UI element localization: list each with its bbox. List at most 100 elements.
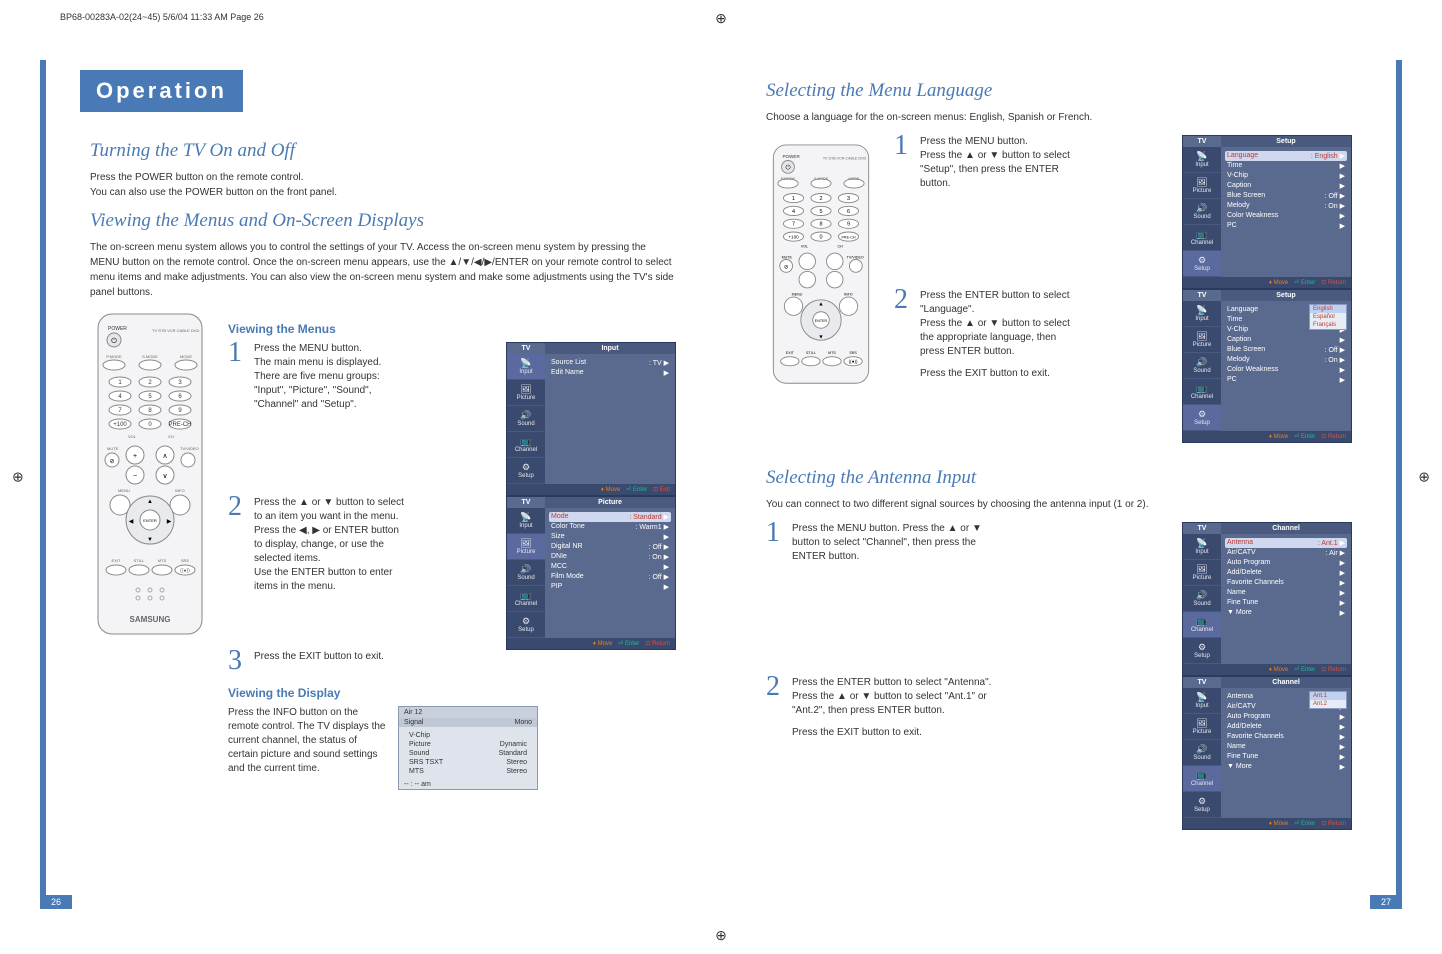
step-1-number: 1 (228, 342, 246, 364)
svg-text:MTS: MTS (828, 351, 836, 355)
tv-menu-input: TVInput📡Input🖼Picture🔊Sound📺Channel⚙Setu… (506, 342, 676, 496)
svg-text:+: + (133, 453, 137, 460)
step-2-number: 2 (228, 496, 246, 518)
lang-step-1-number: 1 (894, 135, 912, 157)
svg-text:◀: ◀ (129, 519, 134, 525)
subheading-viewing-display: Viewing the Display (228, 686, 676, 700)
svg-text:3: 3 (847, 196, 850, 202)
svg-text:ENTER: ENTER (143, 518, 157, 523)
lang-step-2-number: 2 (894, 289, 912, 311)
svg-text:TV STB VCR CABLE DVD: TV STB VCR CABLE DVD (823, 157, 867, 161)
svg-text:MUTE: MUTE (782, 256, 793, 260)
svg-text:MUTE: MUTE (107, 446, 119, 451)
step-2-text: Press the ▲ or ▼ button to select to an … (254, 496, 404, 594)
remote-control-illustration: POWER ⏻ TV STB VCR CABLE DVD P.MODE S.MO… (90, 310, 210, 643)
ant-step-1-text: Press the MENU button. Press the ▲ or ▼ … (792, 522, 1012, 564)
blue-stripe-left (40, 60, 46, 904)
svg-text:TV STB VCR CABLE DVD: TV STB VCR CABLE DVD (152, 328, 199, 333)
svg-text:CH: CH (838, 245, 844, 249)
operation-banner: Operation (80, 70, 243, 112)
heading-antenna-input: Selecting the Antenna Input (766, 467, 1352, 489)
ant-step-2-number: 2 (766, 676, 784, 698)
svg-text:7: 7 (792, 222, 795, 228)
crop-mark-bottom: ⊕ (715, 927, 727, 944)
heading-viewing-menus-osd: Viewing the Menus and On-Screen Displays (90, 210, 676, 232)
lang-step-1-text: Press the MENU button. Press the ▲ or ▼ … (920, 135, 1070, 191)
svg-text:MTS: MTS (158, 558, 167, 563)
svg-text:▼: ▼ (147, 537, 153, 543)
svg-text:MODE: MODE (849, 177, 861, 181)
svg-text:▶: ▶ (167, 519, 172, 525)
paragraph-lang: Choose a language for the on-screen menu… (766, 110, 1352, 125)
svg-text:((●)): ((●)) (849, 359, 858, 364)
svg-text:MENU: MENU (118, 488, 130, 493)
svg-text:TV/VIDEO: TV/VIDEO (180, 446, 199, 451)
paragraph-viewing-menus: The on-screen menu system allows you to … (90, 240, 676, 300)
svg-text:+100: +100 (113, 422, 127, 428)
svg-text:PRE-CH: PRE-CH (841, 235, 855, 239)
svg-text:SAMSUNG: SAMSUNG (130, 615, 171, 624)
step-3-text: Press the EXIT button to exit. (254, 650, 676, 664)
page-27: Selecting the Menu Language Choose a lan… (736, 50, 1382, 904)
svg-text:⊘: ⊘ (784, 265, 789, 271)
svg-text:1: 1 (792, 196, 795, 202)
tv-menu-setup-1: TVSetup📡Input🖼Picture🔊Sound📺Channel⚙Setu… (1182, 135, 1352, 289)
svg-text:VOL: VOL (801, 245, 808, 249)
tv-menu-channel-2: TVChannel📡Input🖼Picture🔊Sound📺Channel⚙Se… (1182, 676, 1352, 830)
subheading-viewing-menus: Viewing the Menus (228, 322, 676, 336)
crop-mark-right: ⊕ (1418, 469, 1430, 486)
paragraph-antenna: You can connect to two different signal … (766, 497, 1352, 512)
svg-text:VOL: VOL (128, 434, 137, 439)
svg-text:▲: ▲ (147, 499, 153, 505)
info-air: Air 12 (399, 707, 537, 718)
step-1-text: Press the MENU button. The main menu is … (254, 342, 404, 412)
svg-text:▼: ▼ (818, 334, 823, 340)
svg-text:CH: CH (168, 434, 174, 439)
svg-text:0: 0 (819, 234, 822, 240)
svg-text:∨: ∨ (162, 473, 167, 480)
svg-text:MENU: MENU (792, 292, 803, 296)
tv-menu-channel-1: TVChannel📡Input🖼Picture🔊Sound📺Channel⚙Se… (1182, 522, 1352, 676)
svg-text:TV/VIDEO: TV/VIDEO (847, 256, 864, 260)
step-3-number: 3 (228, 650, 246, 672)
svg-text:POWER: POWER (783, 154, 801, 159)
svg-text:▲: ▲ (818, 301, 823, 307)
heading-menu-language: Selecting the Menu Language (766, 80, 1352, 102)
crop-mark-left: ⊕ (12, 469, 24, 486)
ant-step-2-text: Press the ENTER button to select "Antenn… (792, 676, 1012, 740)
svg-text:S.MODE: S.MODE (142, 354, 158, 359)
svg-text:((●)): ((●)) (180, 568, 190, 574)
svg-text:∧: ∧ (162, 453, 167, 460)
svg-text:STILL: STILL (134, 558, 145, 563)
paragraph-display-info: Press the INFO button on the remote cont… (228, 706, 388, 776)
paragraph-power: Press the POWER button on the remote con… (90, 170, 676, 200)
svg-text:P.MODE: P.MODE (781, 177, 796, 181)
info-signal-label: Signal (404, 719, 423, 726)
ant-step-1-number: 1 (766, 522, 784, 544)
svg-text:ENTER: ENTER (815, 319, 828, 323)
page-number-26: 26 (40, 895, 72, 909)
svg-text:INFO: INFO (844, 292, 853, 296)
svg-text:−: − (133, 473, 137, 480)
svg-text:PRE-CH: PRE-CH (168, 422, 191, 428)
svg-text:STILL: STILL (806, 351, 816, 355)
svg-text:⊘: ⊘ (109, 459, 114, 465)
svg-text:⏻: ⏻ (785, 165, 790, 172)
svg-text:P.MODE: P.MODE (106, 354, 122, 359)
heading-turning-on-off: Turning the TV On and Off (90, 140, 676, 162)
svg-text:2: 2 (819, 196, 822, 202)
blue-stripe-right (1396, 60, 1402, 904)
tv-menu-setup-2: TVSetup📡Input🖼Picture🔊Sound📺Channel⚙Setu… (1182, 289, 1352, 443)
svg-text:6: 6 (847, 209, 850, 215)
info-time: -- : -- am (399, 780, 537, 789)
svg-text:SRS: SRS (849, 351, 857, 355)
svg-text:MODE: MODE (180, 354, 192, 359)
tv-menu-picture: TVPicture📡Input🖼Picture🔊Sound📺Channel⚙Se… (506, 496, 676, 650)
remote-control-illustration-2: POWER ⏻ TV STB VCR CABLE DVD P.MODE S.MO… (766, 135, 876, 398)
info-display-box: Air 12 Signal Mono V-ChipPictureDynamicS… (398, 706, 538, 790)
svg-text:⏻: ⏻ (111, 337, 117, 345)
page-number-27: 27 (1370, 895, 1402, 909)
svg-text:S.MODE: S.MODE (814, 177, 829, 181)
svg-text:INFO: INFO (175, 488, 185, 493)
info-rows: V-ChipPictureDynamicSoundStandardSRS TSX… (399, 727, 537, 780)
